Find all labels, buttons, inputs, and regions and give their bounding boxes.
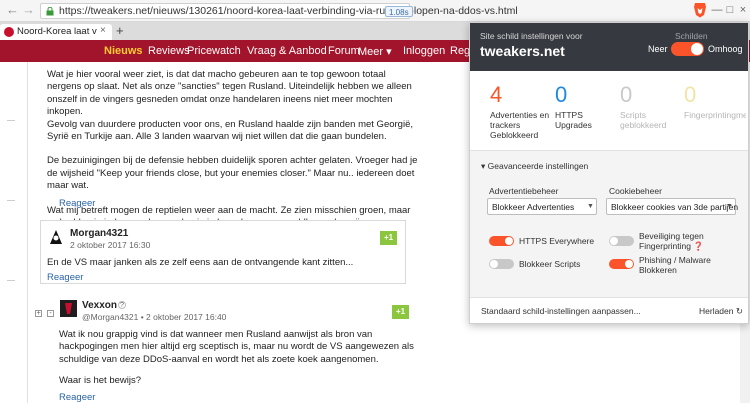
avatar (47, 228, 65, 246)
reply-link[interactable]: Reageer (59, 392, 95, 403)
thread-line (27, 62, 28, 403)
comment-card: Morgan4321 2 oktober 2017 16:30 +1 En de… (40, 220, 406, 284)
stat-fingerprint-label: Fingerprintingmethoden geblokkeerd (684, 110, 746, 120)
brave-lion-icon[interactable] (693, 2, 707, 18)
shields-main-toggle[interactable] (671, 42, 704, 56)
reply-link[interactable]: Reageer (47, 272, 83, 283)
cookie-value: Blokkeer cookies van 3de partijen (611, 202, 739, 212)
thread-tick (7, 280, 15, 281)
comment-date: 2 oktober 2017 16:30 (70, 240, 151, 250)
stat-fingerprint-count: 0 (684, 82, 697, 107)
tab-title: Noord-Korea laat verbinding (17, 26, 97, 37)
shields-site: tweakers.net (480, 43, 565, 59)
nav-vraag-aanbod[interactable]: Vraag & Aanbod (247, 45, 327, 57)
comment-body: En de VS maar janken als ze zelf eens aa… (47, 257, 354, 268)
forward-icon[interactable]: → (22, 3, 36, 17)
tab-article[interactable]: Noord-Korea laat verbinding × (0, 24, 112, 40)
zoom-badge[interactable]: 1.08s (385, 6, 413, 17)
cookie-select[interactable]: Blokkeer cookies van 3de partijen ▼ (606, 198, 739, 215)
shields-label: Schilden (675, 31, 708, 41)
new-tab-button[interactable]: + (116, 23, 124, 38)
toggle-knob (691, 43, 703, 55)
advanced-settings: ▾ Geavanceerde instellingen Advertentieb… (470, 150, 748, 297)
shields-down-label: Neer (648, 44, 668, 54)
nav-pricewatch[interactable]: Pricewatch (187, 45, 241, 57)
collapse-icon[interactable]: - (47, 310, 54, 317)
score-badge[interactable]: +1 (392, 305, 409, 319)
back-icon[interactable]: ← (6, 3, 20, 17)
stat-ads-count: 4 (490, 82, 503, 107)
block-scripts-label: Blokkeer Scripts (519, 259, 581, 269)
score-badge[interactable]: +1 (380, 231, 397, 245)
nav-nieuws[interactable]: Nieuws (104, 45, 143, 57)
shields-up-label: Omhoog (708, 44, 743, 54)
shields-panel: Site schild instellingen voor tweakers.n… (469, 22, 749, 324)
nav-forum[interactable]: Forum (328, 45, 360, 57)
comment-paragraph: Wat je hier vooral weer ziet, is dat dat… (47, 69, 412, 118)
comment-question: Waar is het bewijs? (59, 375, 142, 386)
block-scripts-toggle[interactable] (489, 259, 514, 269)
fingerprinting-label: Beveiliging tegen Fingerprinting ❓ (639, 231, 704, 251)
stat-https-label: HTTPS Upgrades (555, 110, 592, 130)
stat-scripts-label: Scripts geblokkeerd (620, 110, 667, 130)
reply-link[interactable]: Reageer (59, 198, 95, 209)
advanced-toggle[interactable]: ▾ Geavanceerde instellingen (481, 161, 588, 172)
browser-toolbar: ← → https://tweakers.net/nieuws/130261/n… (0, 0, 750, 22)
https-everywhere-toggle[interactable] (489, 236, 514, 246)
comment-author[interactable]: Morgan4321 (70, 228, 128, 239)
default-settings-link[interactable]: Standaard schild-instellingen aanpassen.… (481, 306, 641, 316)
minimize-icon[interactable]: — (711, 4, 723, 16)
url-text: https://tweakers.net/nieuws/130261/noord… (59, 5, 518, 17)
lock-icon (46, 7, 54, 16)
comment-paragraph: Gevolg van duurdere producten voor ons, … (47, 118, 413, 143)
thread-tick (7, 200, 15, 201)
https-everywhere-label: HTTPS Everywhere (519, 236, 595, 246)
chevron-down-icon: ▼ (587, 203, 594, 210)
ad-control-select[interactable]: Blokkeer Advertenties ▼ (487, 198, 597, 215)
phishing-label: Phishing / Malware Blokkeren (639, 255, 711, 275)
ad-control-label: Advertentiebeheer (489, 186, 559, 196)
stat-scripts-count: 0 (620, 82, 633, 107)
comment-paragraph: De bezuinigingen bij de defensie hebben … (47, 155, 418, 192)
tweakers-favicon-icon (4, 27, 14, 37)
shields-header: Site schild instellingen voor tweakers.n… (470, 23, 748, 71)
stat-https-count: 0 (555, 82, 568, 107)
comment-author[interactable]: Vexxon (82, 300, 117, 311)
tab-close-icon[interactable]: × (100, 25, 106, 36)
shields-footer: Standaard schild-instellingen aanpassen.… (470, 297, 748, 323)
maximize-icon[interactable]: □ (724, 4, 736, 16)
comment-meta: @Morgan4321 • 2 oktober 2017 16:40 (82, 312, 227, 322)
fingerprinting-toggle[interactable] (609, 236, 634, 246)
close-window-icon[interactable]: × (737, 4, 749, 16)
comment-body: Wat je hier vooral weer ziet, is dat dat… (47, 69, 419, 229)
nav-meer[interactable]: Meer ▾ (358, 45, 392, 58)
help-badge-icon[interactable]: ? (118, 301, 126, 309)
reload-button[interactable]: Herladen ↻ (699, 306, 743, 317)
stat-ads-label: Advertenties en trackers Geblokkeerd (490, 110, 550, 140)
nav-reviews[interactable]: Reviews (148, 45, 190, 57)
expand-icon[interactable]: + (35, 310, 42, 317)
phishing-toggle[interactable] (609, 259, 634, 269)
thread-tick (7, 120, 15, 121)
cookie-label: Cookiebeheer (609, 186, 662, 196)
ad-control-value: Blokkeer Advertenties (492, 202, 575, 212)
chevron-down-icon: ▼ (726, 203, 733, 210)
nav-inloggen[interactable]: Inloggen (403, 45, 445, 57)
avatar (60, 300, 77, 317)
address-bar[interactable]: https://tweakers.net/nieuws/130261/noord… (40, 3, 518, 19)
shields-subtitle: Site schild instellingen voor (480, 31, 583, 41)
comment-body: Wat ik nou grappig vind is dat wanneer m… (59, 329, 414, 365)
